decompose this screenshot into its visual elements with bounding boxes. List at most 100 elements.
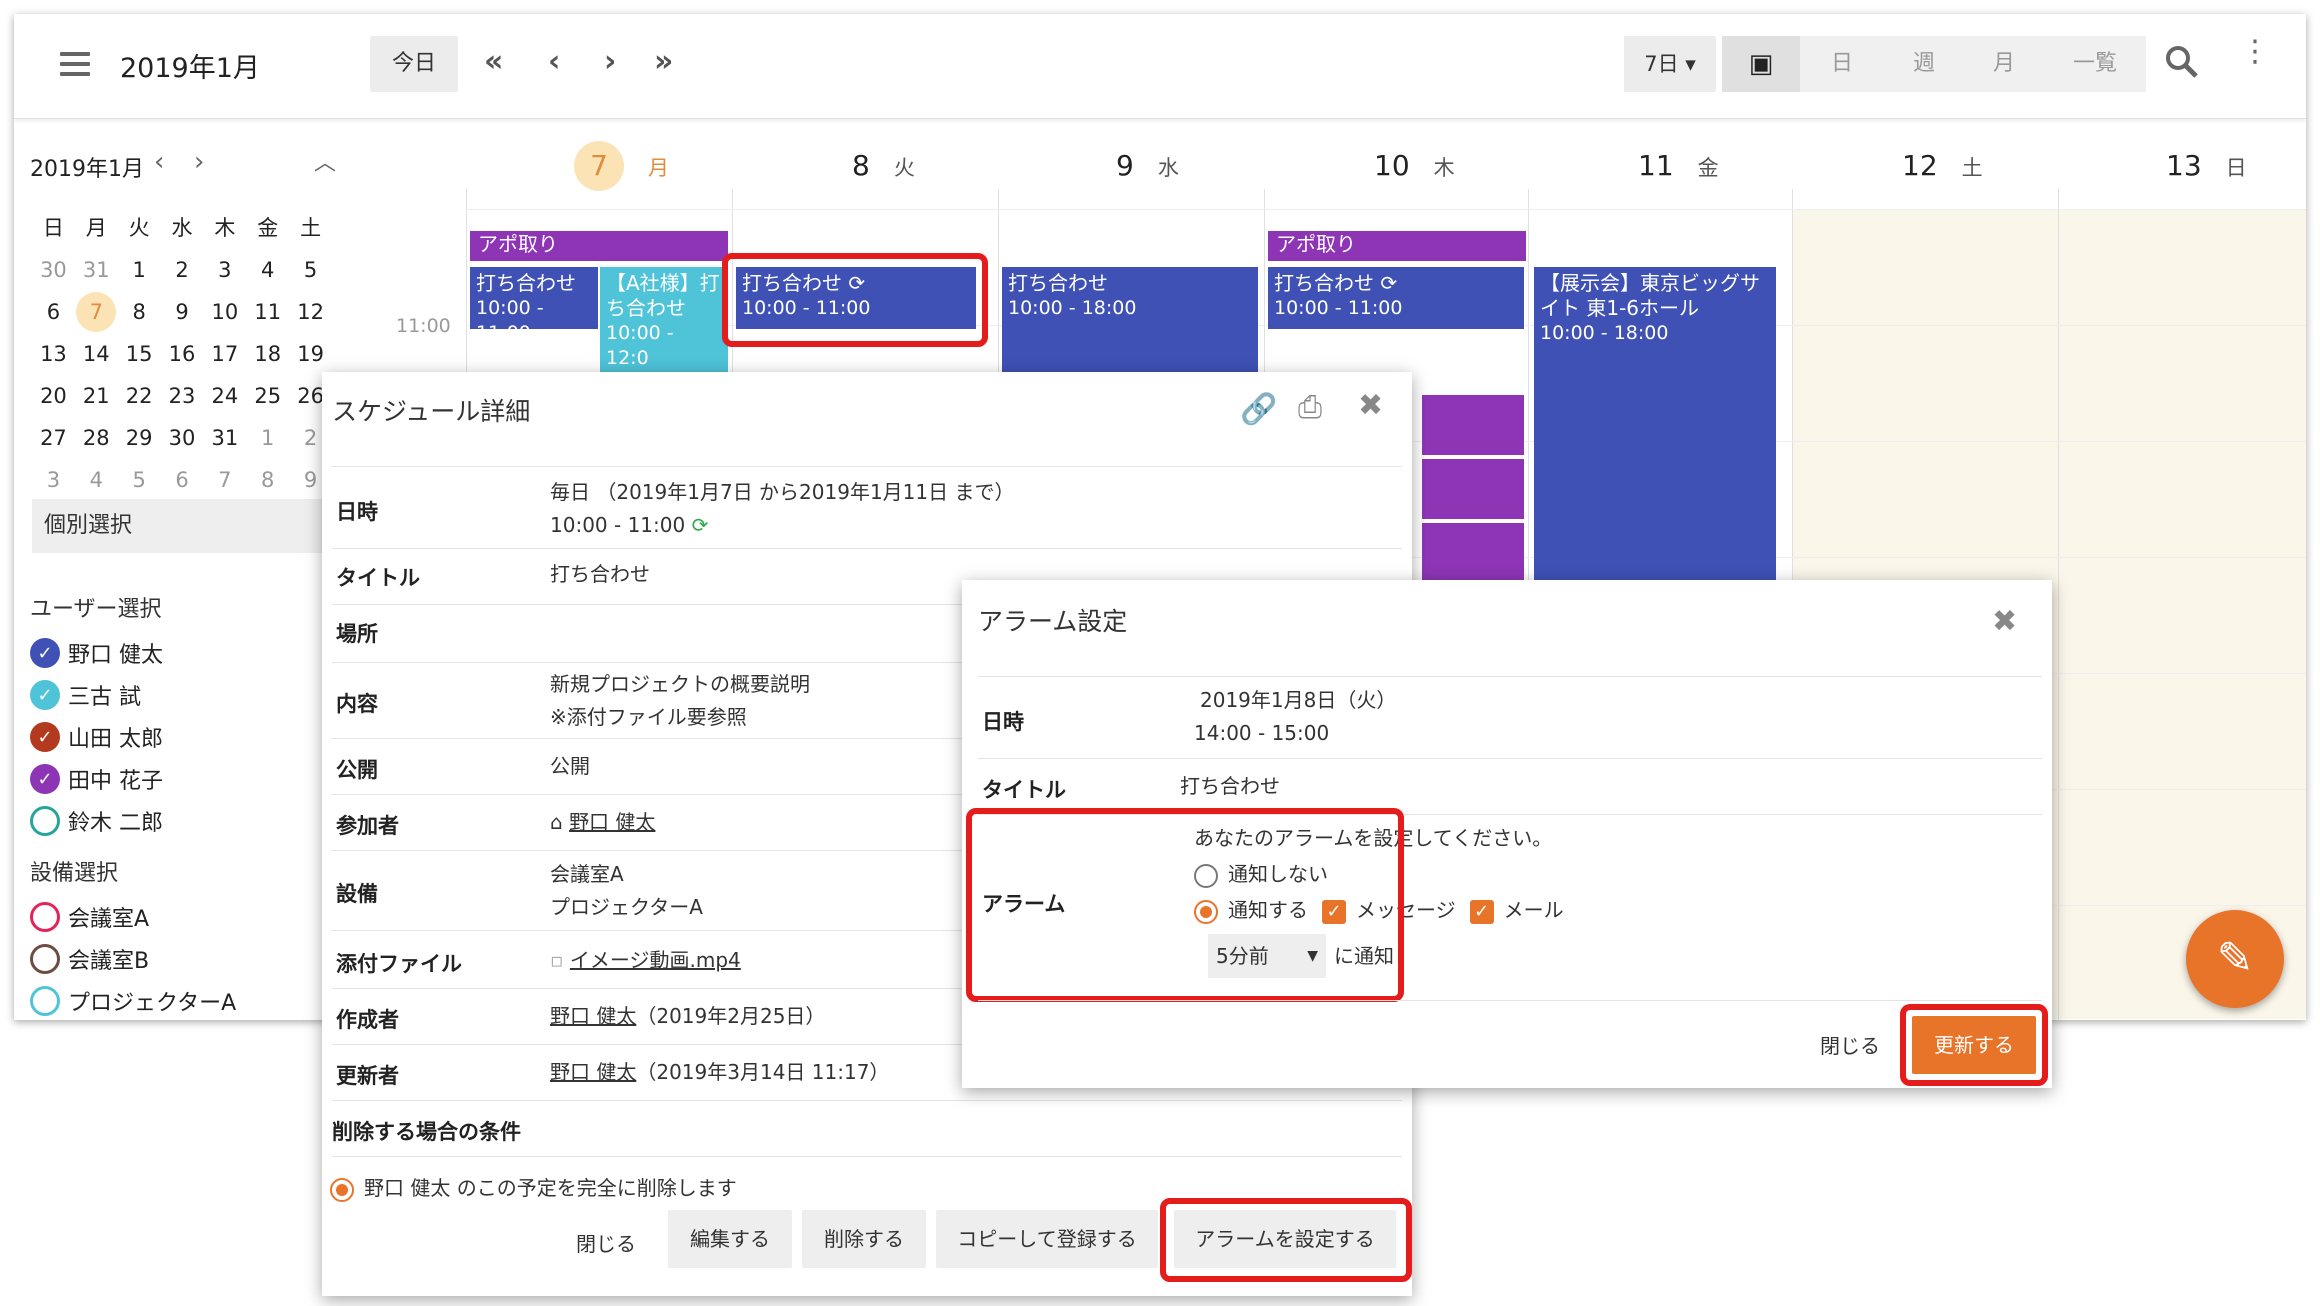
check-icon[interactable]: ✓: [30, 764, 60, 794]
edit-fab[interactable]: ✎: [2186, 910, 2284, 1008]
user-row[interactable]: ✓ 三古 試: [30, 677, 141, 713]
participant-link[interactable]: 野口 健太: [569, 810, 655, 834]
radio-selected[interactable]: [330, 1177, 354, 1202]
mini-day[interactable]: 30: [32, 249, 75, 291]
attachment-link[interactable]: イメージ動画.mp4: [570, 948, 741, 972]
event-block[interactable]: [1422, 459, 1524, 519]
event-block[interactable]: [1422, 523, 1524, 583]
view-custom-icon[interactable]: ▣: [1722, 36, 1800, 92]
user-row[interactable]: ✓ 田中 花子: [30, 761, 163, 797]
mini-day[interactable]: 5: [289, 249, 332, 291]
next-day-icon[interactable]: ›: [604, 44, 616, 79]
mini-day[interactable]: 31: [75, 249, 118, 291]
mini-day[interactable]: 13: [32, 333, 75, 375]
mini-day[interactable]: 27: [32, 417, 75, 459]
mini-day[interactable]: 16: [161, 333, 204, 375]
prev-day-icon[interactable]: ‹: [548, 44, 560, 79]
facility-row[interactable]: 会議室B: [30, 941, 149, 977]
day-header[interactable]: 12 土: [1902, 149, 1983, 182]
unchecked-circle-icon[interactable]: [30, 944, 60, 974]
mini-prev-icon[interactable]: ‹: [154, 147, 164, 177]
day-header[interactable]: 8火: [852, 149, 915, 182]
mail-checkbox[interactable]: ✓: [1469, 899, 1494, 924]
mini-day[interactable]: 8: [246, 459, 289, 501]
event-meeting-recurring[interactable]: 打ち合わせ ⟳ 10:00 - 11:00: [1268, 267, 1524, 329]
mini-day[interactable]: 18: [246, 333, 289, 375]
unchecked-circle-icon[interactable]: [30, 986, 60, 1016]
mini-day[interactable]: 19: [289, 333, 332, 375]
mini-day[interactable]: 7: [203, 459, 246, 501]
mini-day[interactable]: 17: [203, 333, 246, 375]
close-button[interactable]: 閉じる: [1820, 1030, 1880, 1059]
check-icon[interactable]: ✓: [30, 680, 60, 710]
facility-row[interactable]: 会議室A: [30, 899, 149, 935]
mini-day[interactable]: 8: [118, 291, 161, 333]
delete-option[interactable]: 野口 健太 のこの予定を完全に削除します: [330, 1172, 737, 1205]
mini-day[interactable]: 4: [75, 459, 118, 501]
event-meeting[interactable]: 打ち合わせ 10:00 - 11:00: [470, 267, 598, 329]
event-block[interactable]: [1422, 395, 1524, 455]
mini-day[interactable]: 3: [203, 249, 246, 291]
next-week-icon[interactable]: »: [654, 44, 673, 79]
mini-day[interactable]: 6: [161, 459, 204, 501]
mini-day[interactable]: 22: [118, 375, 161, 417]
mini-day-today[interactable]: 7: [75, 291, 118, 333]
mini-day[interactable]: 3: [32, 459, 75, 501]
mini-day[interactable]: 24: [203, 375, 246, 417]
mini-day[interactable]: 12: [289, 291, 332, 333]
view-week[interactable]: 週: [1884, 36, 1964, 92]
mini-day[interactable]: 1: [118, 249, 161, 291]
close-icon[interactable]: ✖: [1358, 388, 1383, 423]
event-a-company[interactable]: 【A社様】打ち合わせ 10:00 - 12:0: [600, 267, 728, 377]
mini-day[interactable]: 28: [75, 417, 118, 459]
mini-day[interactable]: 10: [203, 291, 246, 333]
mini-day[interactable]: 20: [32, 375, 75, 417]
print-icon[interactable]: ⎙: [1298, 390, 1322, 425]
user-row[interactable]: 鈴木 二郎: [30, 803, 163, 839]
mini-day[interactable]: 1: [246, 417, 289, 459]
today-button[interactable]: 今日: [370, 36, 458, 92]
menu-icon[interactable]: [60, 52, 90, 76]
edit-button[interactable]: 編集する: [668, 1210, 792, 1268]
copy-register-button[interactable]: コピーして登録する: [936, 1210, 1158, 1268]
user-row[interactable]: ✓ 野口 健太: [30, 635, 163, 671]
mini-day[interactable]: 21: [75, 375, 118, 417]
event-meeting[interactable]: 打ち合わせ 10:00 - 18:00: [1002, 267, 1258, 379]
check-icon[interactable]: ✓: [30, 722, 60, 752]
day-header[interactable]: 13 日: [2166, 149, 2247, 182]
mini-day[interactable]: 29: [118, 417, 161, 459]
close-icon[interactable]: ✖: [1992, 604, 2017, 639]
view-month[interactable]: 月: [1964, 36, 2044, 92]
day-header[interactable]: 9水: [1116, 149, 1179, 182]
mini-day[interactable]: 30: [161, 417, 204, 459]
day-header[interactable]: 11 金: [1638, 149, 1719, 182]
facility-row[interactable]: プロジェクターA: [30, 983, 236, 1019]
day-header[interactable]: 10 木: [1374, 149, 1455, 182]
unchecked-circle-icon[interactable]: [30, 806, 60, 836]
prev-week-icon[interactable]: «: [484, 44, 503, 79]
mini-day[interactable]: 14: [75, 333, 118, 375]
link-icon[interactable]: 🔗: [1240, 392, 1277, 427]
mini-day[interactable]: 25: [246, 375, 289, 417]
mini-day[interactable]: 6: [32, 291, 75, 333]
unchecked-circle-icon[interactable]: [30, 902, 60, 932]
mini-next-icon[interactable]: ›: [194, 147, 204, 177]
range-select[interactable]: 7日 ▾: [1624, 36, 1716, 92]
mini-day[interactable]: 23: [161, 375, 204, 417]
search-icon[interactable]: [2164, 44, 2200, 84]
event-appo[interactable]: アポ取り: [470, 231, 728, 261]
mini-day[interactable]: 31: [203, 417, 246, 459]
updater-link[interactable]: 野口 健太: [550, 1060, 636, 1084]
participant-value[interactable]: ⌂ 野口 健太: [550, 806, 655, 839]
mini-day[interactable]: 15: [118, 333, 161, 375]
user-row[interactable]: ✓ 山田 太郎: [30, 719, 163, 755]
creator-link[interactable]: 野口 健太: [550, 1004, 636, 1028]
mini-day[interactable]: 11: [246, 291, 289, 333]
collapse-icon[interactable]: ︿: [314, 145, 336, 177]
event-appo[interactable]: アポ取り: [1268, 231, 1526, 261]
view-list[interactable]: 一覧: [2044, 36, 2146, 92]
individual-select[interactable]: 個別選択: [32, 499, 342, 553]
mini-day[interactable]: 9: [161, 291, 204, 333]
event-expo[interactable]: 【展示会】東京ビッグサイト 東1-6ホール 10:00 - 18:00: [1534, 267, 1776, 597]
mini-day[interactable]: 2: [161, 249, 204, 291]
